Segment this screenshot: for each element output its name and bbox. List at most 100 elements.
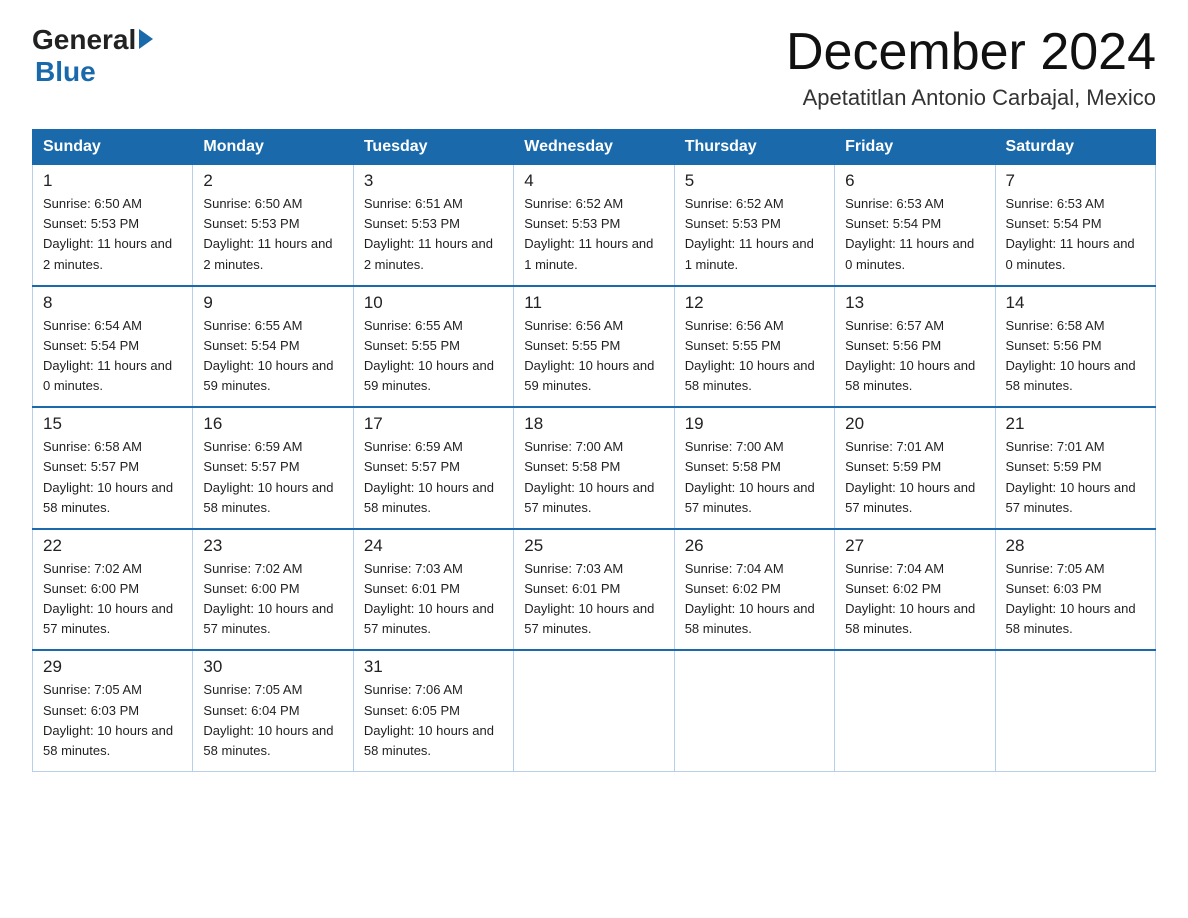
- day-info: Sunrise: 6:56 AMSunset: 5:55 PMDaylight:…: [685, 316, 824, 397]
- col-header-wednesday: Wednesday: [514, 130, 674, 165]
- day-number: 4: [524, 171, 663, 191]
- calendar-cell: 20 Sunrise: 7:01 AMSunset: 5:59 PMDayligh…: [835, 407, 995, 529]
- calendar-cell: 28 Sunrise: 7:05 AMSunset: 6:03 PMDayligh…: [995, 529, 1155, 651]
- calendar-table: SundayMondayTuesdayWednesdayThursdayFrid…: [32, 129, 1156, 772]
- calendar-cell: 7 Sunrise: 6:53 AMSunset: 5:54 PMDaylight…: [995, 165, 1155, 286]
- day-info: Sunrise: 6:54 AMSunset: 5:54 PMDaylight:…: [43, 316, 182, 397]
- page-header: General Blue December 2024 Apetatitlan A…: [32, 24, 1156, 111]
- day-number: 17: [364, 414, 503, 434]
- day-number: 20: [845, 414, 984, 434]
- day-number: 23: [203, 536, 342, 556]
- logo-text-general: General: [32, 24, 136, 56]
- logo-text-blue: Blue: [35, 56, 96, 88]
- day-number: 31: [364, 657, 503, 677]
- title-block: December 2024 Apetatitlan Antonio Carbaj…: [786, 24, 1156, 111]
- calendar-cell: 29Sunrise: 7:05 AMSunset: 6:03 PMDayligh…: [33, 650, 193, 771]
- calendar-cell: 13Sunrise: 6:57 AMSunset: 5:56 PMDayligh…: [835, 286, 995, 408]
- calendar-cell: 12 Sunrise: 6:56 AMSunset: 5:55 PMDayligh…: [674, 286, 834, 408]
- day-info: Sunrise: 6:50 AMSunset: 5:53 PMDaylight:…: [203, 194, 342, 275]
- calendar-cell: 18 Sunrise: 7:00 AMSunset: 5:58 PMDayligh…: [514, 407, 674, 529]
- day-info: Sunrise: 7:03 AMSunset: 6:01 PMDaylight:…: [524, 559, 663, 640]
- day-number: 15: [43, 414, 182, 434]
- calendar-cell: 25 Sunrise: 7:03 AMSunset: 6:01 PMDayligh…: [514, 529, 674, 651]
- day-info: Sunrise: 6:51 AMSunset: 5:53 PMDaylight:…: [364, 194, 503, 275]
- day-info: Sunrise: 7:05 AMSunset: 6:04 PMDaylight:…: [203, 680, 342, 761]
- col-header-sunday: Sunday: [33, 130, 193, 165]
- day-number: 30: [203, 657, 342, 677]
- day-number: 1: [43, 171, 182, 191]
- day-number: 22: [43, 536, 182, 556]
- calendar-cell: 22 Sunrise: 7:02 AMSunset: 6:00 PMDayligh…: [33, 529, 193, 651]
- calendar-cell: 3Sunrise: 6:51 AMSunset: 5:53 PMDaylight…: [353, 165, 513, 286]
- day-number: 19: [685, 414, 824, 434]
- day-number: 18: [524, 414, 663, 434]
- calendar-cell: 10Sunrise: 6:55 AMSunset: 5:55 PMDayligh…: [353, 286, 513, 408]
- day-info: Sunrise: 6:58 AMSunset: 5:56 PMDaylight:…: [1006, 316, 1145, 397]
- calendar-cell: 1 Sunrise: 6:50 AMSunset: 5:53 PMDaylight…: [33, 165, 193, 286]
- day-number: 12: [685, 293, 824, 313]
- day-info: Sunrise: 6:50 AMSunset: 5:53 PMDaylight:…: [43, 194, 182, 275]
- day-number: 28: [1006, 536, 1145, 556]
- month-title: December 2024: [786, 24, 1156, 81]
- calendar-cell: 8 Sunrise: 6:54 AMSunset: 5:54 PMDaylight…: [33, 286, 193, 408]
- calendar-cell: 5 Sunrise: 6:52 AMSunset: 5:53 PMDaylight…: [674, 165, 834, 286]
- day-number: 27: [845, 536, 984, 556]
- day-info: Sunrise: 7:06 AMSunset: 6:05 PMDaylight:…: [364, 680, 503, 761]
- day-info: Sunrise: 7:00 AMSunset: 5:58 PMDaylight:…: [524, 437, 663, 518]
- day-info: Sunrise: 6:52 AMSunset: 5:53 PMDaylight:…: [524, 194, 663, 275]
- day-number: 14: [1006, 293, 1145, 313]
- day-info: Sunrise: 7:05 AMSunset: 6:03 PMDaylight:…: [1006, 559, 1145, 640]
- calendar-cell: 26Sunrise: 7:04 AMSunset: 6:02 PMDayligh…: [674, 529, 834, 651]
- calendar-cell: 23 Sunrise: 7:02 AMSunset: 6:00 PMDayligh…: [193, 529, 353, 651]
- col-header-thursday: Thursday: [674, 130, 834, 165]
- day-info: Sunrise: 7:02 AMSunset: 6:00 PMDaylight:…: [43, 559, 182, 640]
- logo-arrow-icon: [139, 29, 153, 49]
- calendar-cell: 9 Sunrise: 6:55 AMSunset: 5:54 PMDaylight…: [193, 286, 353, 408]
- day-info: Sunrise: 6:53 AMSunset: 5:54 PMDaylight:…: [1006, 194, 1145, 275]
- day-number: 16: [203, 414, 342, 434]
- day-number: 8: [43, 293, 182, 313]
- day-info: Sunrise: 7:01 AMSunset: 5:59 PMDaylight:…: [845, 437, 984, 518]
- day-info: Sunrise: 6:59 AMSunset: 5:57 PMDaylight:…: [364, 437, 503, 518]
- calendar-cell: 6 Sunrise: 6:53 AMSunset: 5:54 PMDaylight…: [835, 165, 995, 286]
- calendar-cell: 2 Sunrise: 6:50 AMSunset: 5:53 PMDaylight…: [193, 165, 353, 286]
- calendar-cell: 15 Sunrise: 6:58 AMSunset: 5:57 PMDayligh…: [33, 407, 193, 529]
- day-info: Sunrise: 6:55 AMSunset: 5:54 PMDaylight:…: [203, 316, 342, 397]
- calendar-cell: 11Sunrise: 6:56 AMSunset: 5:55 PMDayligh…: [514, 286, 674, 408]
- day-number: 6: [845, 171, 984, 191]
- calendar-cell: 31 Sunrise: 7:06 AMSunset: 6:05 PMDayligh…: [353, 650, 513, 771]
- day-info: Sunrise: 7:02 AMSunset: 6:00 PMDaylight:…: [203, 559, 342, 640]
- day-number: 25: [524, 536, 663, 556]
- logo: General Blue: [32, 24, 153, 88]
- day-info: Sunrise: 6:57 AMSunset: 5:56 PMDaylight:…: [845, 316, 984, 397]
- col-header-friday: Friday: [835, 130, 995, 165]
- day-info: Sunrise: 7:03 AMSunset: 6:01 PMDaylight:…: [364, 559, 503, 640]
- calendar-cell: 24 Sunrise: 7:03 AMSunset: 6:01 PMDayligh…: [353, 529, 513, 651]
- day-info: Sunrise: 7:04 AMSunset: 6:02 PMDaylight:…: [845, 559, 984, 640]
- day-number: 21: [1006, 414, 1145, 434]
- calendar-cell: 30 Sunrise: 7:05 AMSunset: 6:04 PMDayligh…: [193, 650, 353, 771]
- calendar-cell: 19Sunrise: 7:00 AMSunset: 5:58 PMDayligh…: [674, 407, 834, 529]
- day-info: Sunrise: 6:58 AMSunset: 5:57 PMDaylight:…: [43, 437, 182, 518]
- day-info: Sunrise: 6:59 AMSunset: 5:57 PMDaylight:…: [203, 437, 342, 518]
- col-header-tuesday: Tuesday: [353, 130, 513, 165]
- calendar-cell: 16 Sunrise: 6:59 AMSunset: 5:57 PMDayligh…: [193, 407, 353, 529]
- calendar-cell: 21 Sunrise: 7:01 AMSunset: 5:59 PMDayligh…: [995, 407, 1155, 529]
- calendar-cell: 14 Sunrise: 6:58 AMSunset: 5:56 PMDayligh…: [995, 286, 1155, 408]
- day-number: 26: [685, 536, 824, 556]
- day-number: 2: [203, 171, 342, 191]
- day-info: Sunrise: 7:01 AMSunset: 5:59 PMDaylight:…: [1006, 437, 1145, 518]
- day-number: 5: [685, 171, 824, 191]
- calendar-cell: [514, 650, 674, 771]
- calendar-cell: [674, 650, 834, 771]
- day-number: 7: [1006, 171, 1145, 191]
- day-number: 9: [203, 293, 342, 313]
- calendar-cell: [995, 650, 1155, 771]
- col-header-saturday: Saturday: [995, 130, 1155, 165]
- day-number: 24: [364, 536, 503, 556]
- day-info: Sunrise: 6:53 AMSunset: 5:54 PMDaylight:…: [845, 194, 984, 275]
- day-info: Sunrise: 6:52 AMSunset: 5:53 PMDaylight:…: [685, 194, 824, 275]
- day-info: Sunrise: 7:05 AMSunset: 6:03 PMDaylight:…: [43, 680, 182, 761]
- day-number: 10: [364, 293, 503, 313]
- day-number: 11: [524, 293, 663, 313]
